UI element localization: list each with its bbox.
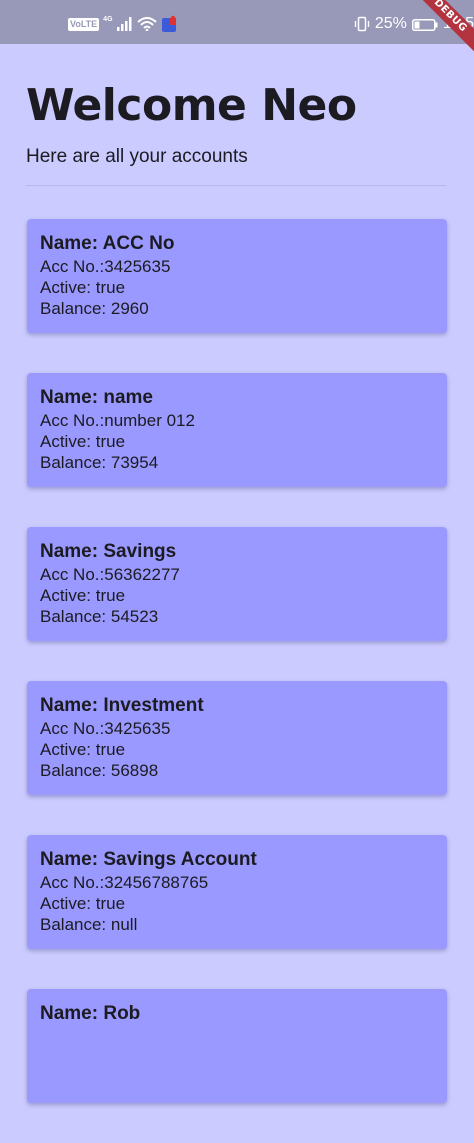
volte-badge: VoLTE <box>68 17 100 31</box>
wifi-icon <box>136 17 157 32</box>
account-number: Acc No.:number 012 <box>40 411 195 430</box>
account-number: Acc No.:56362277 <box>40 565 180 584</box>
account-number: Acc No.:3425635 <box>40 257 171 276</box>
divider <box>26 185 446 186</box>
page-title: Welcome Neo <box>26 80 357 131</box>
account-name: Name: Savings <box>40 541 177 562</box>
account-active: Active: true <box>40 740 126 759</box>
accounts-list: Name: ACC No Acc No.:3425635 Active: tru… <box>27 219 447 1143</box>
account-name: Name: Rob <box>40 1003 141 1024</box>
battery-percent: 25% <box>374 15 407 32</box>
account-balance: Balance: 73954 <box>40 453 159 472</box>
account-active: Active: true <box>40 894 126 913</box>
account-number: Acc No.:3425635 <box>40 719 171 738</box>
account-name: Name: Investment <box>40 695 204 716</box>
network-type-label: 4G <box>103 15 113 23</box>
account-balance: Balance: 54523 <box>40 607 159 626</box>
account-name: Name: name <box>40 387 153 408</box>
account-card[interactable]: Name: Investment Acc No.:3425635 Active:… <box>27 681 447 795</box>
account-card[interactable]: Name: ACC No Acc No.:3425635 Active: tru… <box>27 219 447 333</box>
page-subtitle: Here are all your accounts <box>26 146 248 167</box>
status-bar: VoLTE 4G 25% <box>0 0 474 44</box>
account-card[interactable]: Name: Savings Account Acc No.:3245678876… <box>27 835 447 949</box>
vibrate-icon <box>354 16 370 32</box>
signal-icon <box>116 17 133 31</box>
account-active: Active: true <box>40 432 126 451</box>
account-balance: Balance: 2960 <box>40 299 149 318</box>
account-active: Active: true <box>40 278 126 297</box>
account-name: Name: ACC No <box>40 233 175 254</box>
battery-icon <box>411 18 438 31</box>
account-balance: Balance: 56898 <box>40 761 159 780</box>
app-notification-icon <box>161 15 179 33</box>
account-card[interactable]: Name: name Acc No.:number 012 Active: tr… <box>27 373 447 487</box>
status-left-indicators: VoLTE 4G <box>68 15 179 33</box>
account-balance: Balance: null <box>40 915 138 934</box>
account-name: Name: Savings Account <box>40 849 257 870</box>
account-number: Acc No.:32456788765 <box>40 873 209 892</box>
account-card[interactable]: Name: Savings Acc No.:56362277 Active: t… <box>27 527 447 641</box>
account-active: Active: true <box>40 586 126 605</box>
account-card[interactable]: Name: Rob <box>27 989 447 1103</box>
